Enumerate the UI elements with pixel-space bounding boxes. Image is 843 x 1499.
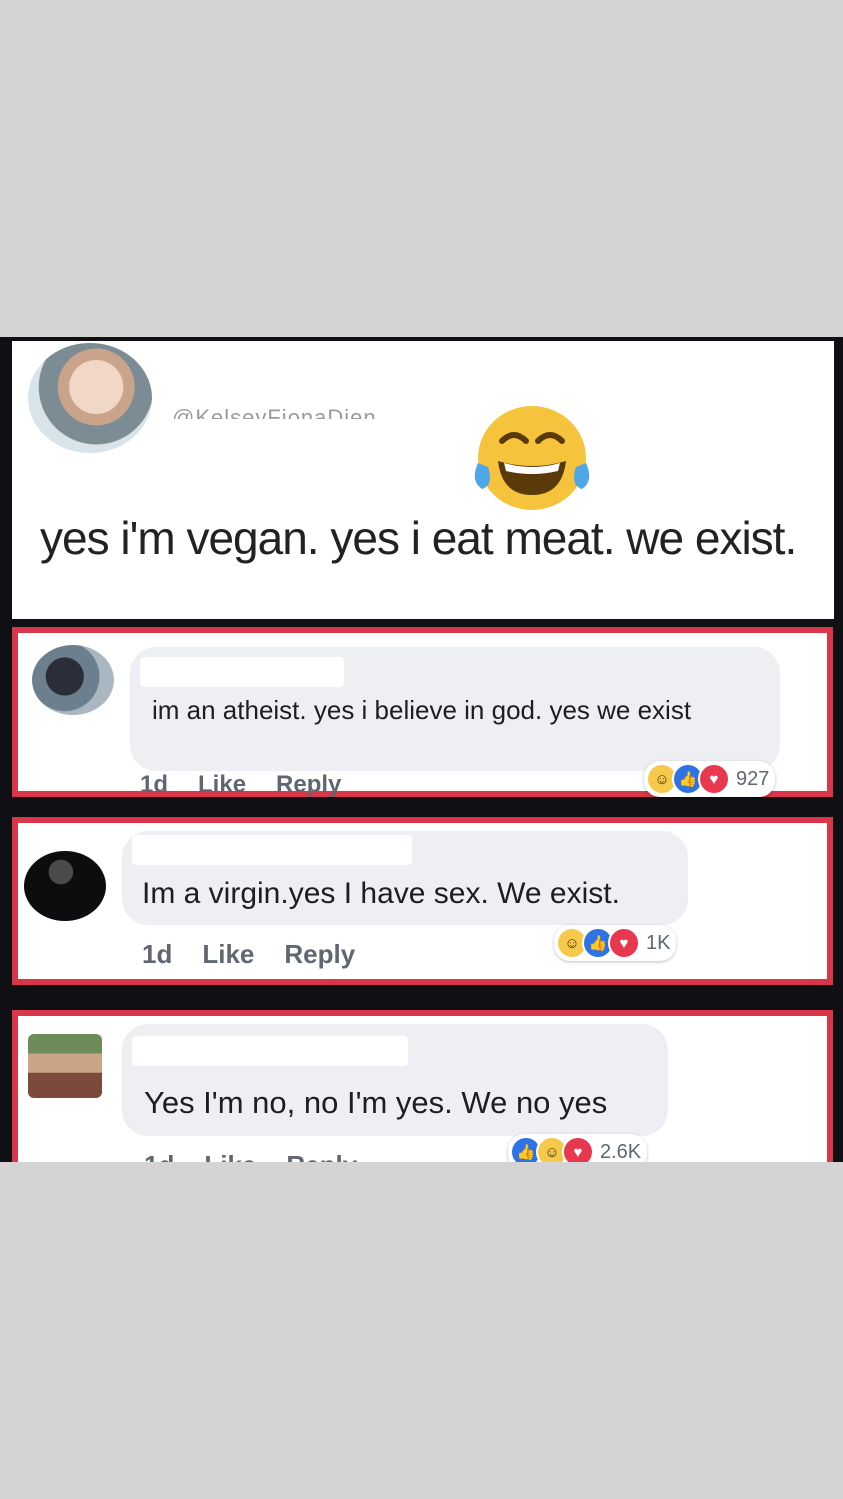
comment-text: Im a virgin.yes I have sex. We exist. bbox=[142, 877, 620, 910]
love-icon: ♥ bbox=[608, 927, 640, 959]
like-link[interactable]: Like bbox=[204, 1150, 256, 1162]
tweet-text: yes i'm vegan. yes i eat meat. we exist. bbox=[40, 512, 797, 564]
comment-text: Yes I'm no, no I'm yes. We no yes bbox=[144, 1085, 608, 1120]
reaction-summary[interactable]: ☺ 👍 ♥ 927 bbox=[644, 761, 776, 797]
comment-time: 1d bbox=[140, 771, 169, 798]
comment-panel: Yes I'm no, no I'm yes. We no yes 1d Like… bbox=[12, 1010, 833, 1162]
comment-text: im an atheist. yes i believe in god. yes… bbox=[152, 695, 692, 725]
comment-bubble: Yes I'm no, no I'm yes. We no yes bbox=[122, 1024, 668, 1136]
reaction-count: 2.6K bbox=[600, 1140, 642, 1163]
reaction-count: 1K bbox=[646, 931, 671, 954]
tweet-card: @KelseyFionaDien yes i'm vegan. yes i ea… bbox=[12, 341, 834, 619]
reaction-summary[interactable]: 👍 ☺ ♥ 2.6K bbox=[508, 1134, 648, 1163]
reaction-count: 927 bbox=[736, 767, 770, 790]
avatar bbox=[28, 343, 152, 453]
comment-actions: 1d Like Reply bbox=[142, 939, 385, 970]
redacted-name bbox=[132, 1036, 408, 1066]
love-icon: ♥ bbox=[562, 1136, 594, 1162]
comment-actions: 1d Like Reply bbox=[140, 771, 371, 799]
reaction-summary[interactable]: ☺ 👍 ♥ 1K bbox=[554, 925, 677, 961]
redacted-name bbox=[132, 835, 412, 865]
comment-time: 1d bbox=[144, 1150, 174, 1162]
avatar[interactable] bbox=[28, 1034, 102, 1098]
tweet-handle: @KelseyFionaDien bbox=[172, 405, 377, 419]
tears-of-joy-emoji-icon bbox=[474, 406, 590, 510]
avatar[interactable] bbox=[32, 645, 114, 715]
redacted-name bbox=[140, 657, 344, 687]
avatar[interactable] bbox=[24, 851, 106, 921]
screenshot-image: @KelseyFionaDien yes i'm vegan. yes i ea… bbox=[0, 337, 843, 1162]
comment-time: 1d bbox=[142, 939, 173, 969]
comment-bubble: im an atheist. yes i believe in god. yes… bbox=[130, 647, 780, 771]
like-link[interactable]: Like bbox=[202, 939, 254, 969]
comment-bubble: Im a virgin.yes I have sex. We exist. bbox=[122, 831, 688, 925]
reply-link[interactable]: Reply bbox=[284, 939, 355, 969]
reply-link[interactable]: Reply bbox=[276, 771, 341, 798]
like-link[interactable]: Like bbox=[198, 771, 246, 798]
comment-panel: im an atheist. yes i believe in god. yes… bbox=[12, 627, 833, 799]
love-icon: ♥ bbox=[698, 763, 730, 795]
reply-link[interactable]: Reply bbox=[286, 1150, 357, 1162]
comment-panel: Im a virgin.yes I have sex. We exist. 1d… bbox=[12, 817, 833, 985]
comment-actions: 1d Like Reply bbox=[144, 1150, 387, 1162]
